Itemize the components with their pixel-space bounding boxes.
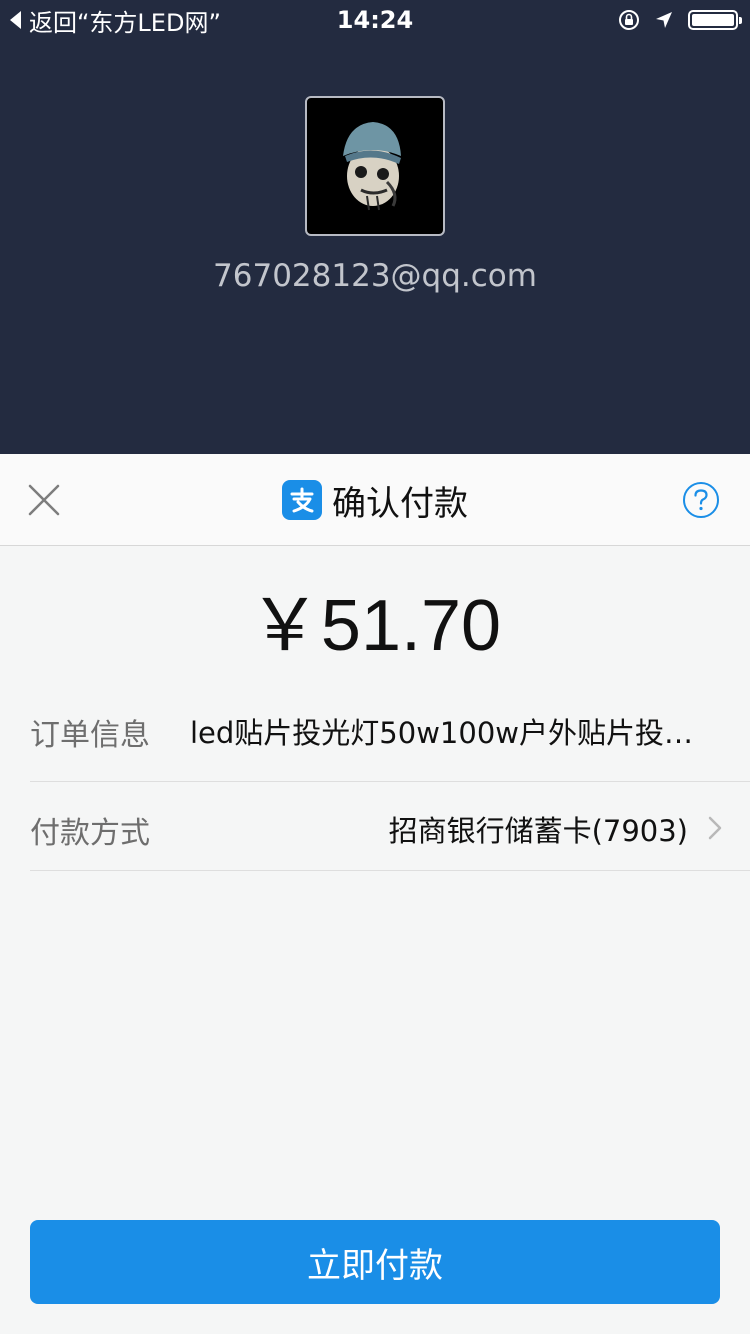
avatar-image [343, 122, 401, 211]
help-icon[interactable] [682, 481, 720, 519]
order-info-row[interactable]: 订单信息 led贴片投光灯50w100w户外贴片投… [30, 682, 750, 782]
sheet-header: 确认付款 [0, 454, 750, 546]
alipay-glyph [290, 487, 314, 513]
location-icon [656, 12, 672, 28]
avatar [305, 96, 445, 236]
payment-method-value: 招商银行储蓄卡(7903) [388, 814, 688, 848]
orientation-lock-icon [619, 10, 639, 30]
battery-icon [688, 10, 742, 30]
status-bar: 返回“东方LED网” 14:24 [0, 0, 750, 40]
sheet-title-group: 确认付款 [0, 476, 750, 524]
order-info-label: 订单信息 [30, 718, 150, 753]
sheet-title: 确认付款 [332, 483, 468, 524]
chevron-right-icon [708, 816, 722, 840]
pay-now-button[interactable]: 立即付款 [30, 1220, 720, 1304]
payment-amount: ￥51.70 [248, 586, 502, 666]
status-icons [618, 6, 742, 34]
confirm-payment-sheet: 确认付款 ￥51.70 订单信息 led贴片投光灯50w100w户外贴片投… 付… [0, 454, 750, 1334]
account-email: 767028123@qq.com [213, 258, 537, 294]
payment-method-row[interactable]: 付款方式 招商银行储蓄卡(7903) [30, 782, 750, 871]
order-info-value: led贴片投光灯50w100w户外贴片投… [190, 716, 693, 750]
header-area: 返回“东方LED网” 14:24 767028123@qq.com [0, 0, 750, 454]
alipay-logo-icon [282, 480, 322, 520]
payment-method-label: 付款方式 [30, 816, 150, 851]
